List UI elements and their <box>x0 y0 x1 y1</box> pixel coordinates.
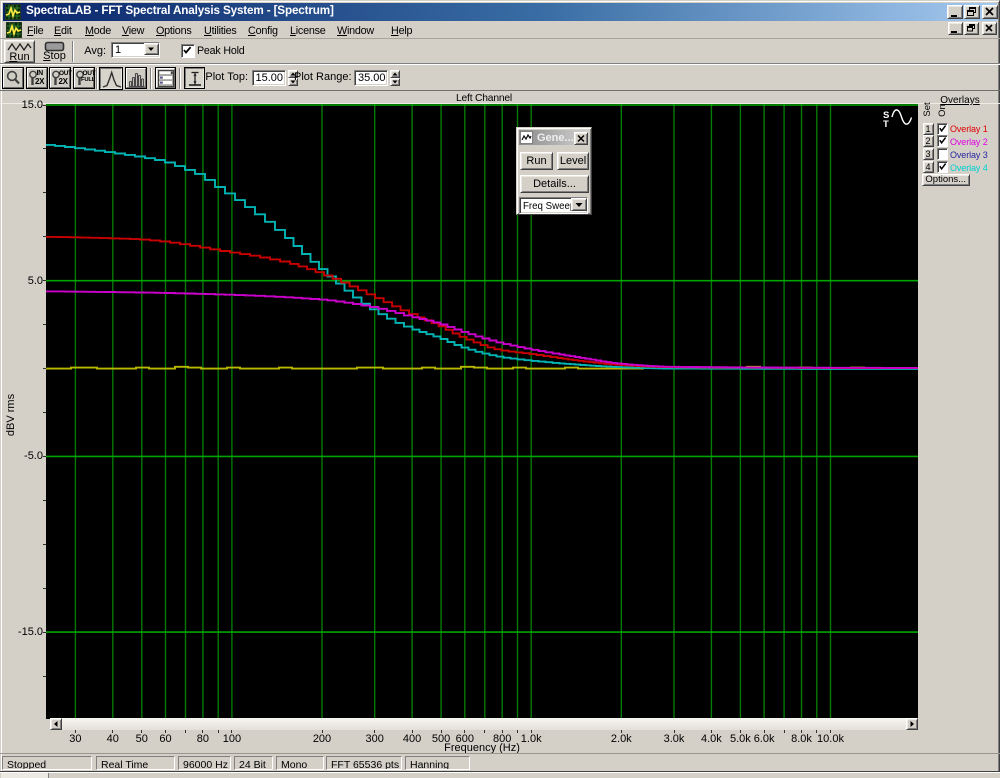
svg-text:T: T <box>883 119 889 130</box>
